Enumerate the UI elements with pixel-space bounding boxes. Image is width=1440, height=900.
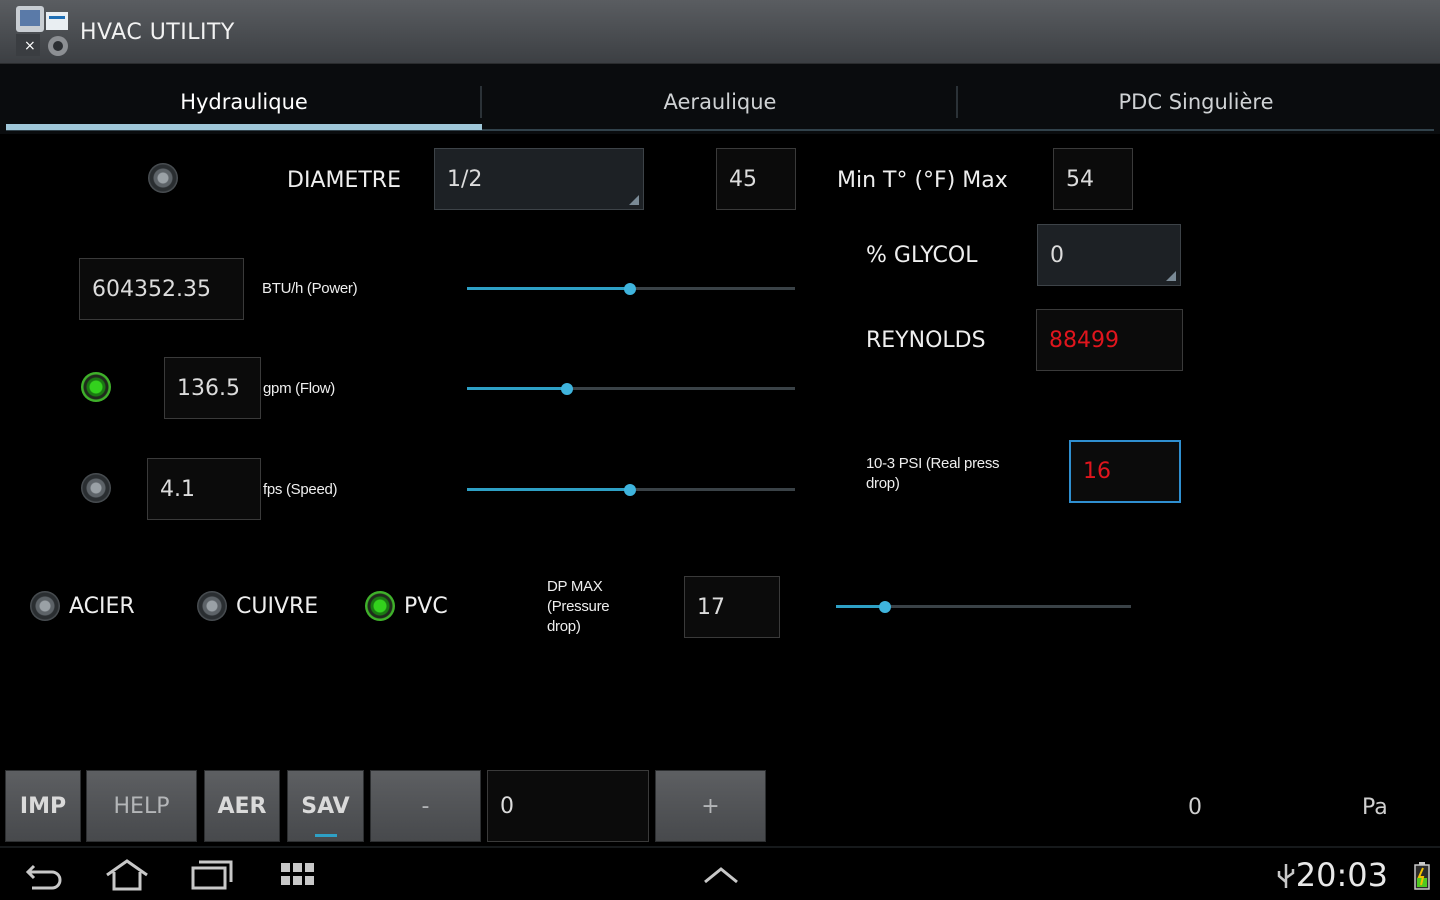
minus-button-label: - (421, 793, 430, 819)
app-title: HVAC UTILITY (80, 20, 235, 45)
slider-fill (467, 287, 630, 290)
readout-unit: Pa (1362, 795, 1388, 820)
app-icon: × (16, 6, 68, 56)
dp-max-label: DP MAX (Pressure drop) (547, 578, 610, 635)
speed-radio[interactable] (81, 473, 111, 503)
plus-button[interactable]: + (655, 770, 766, 842)
aer-button[interactable]: AER (204, 770, 280, 842)
diameter-value: 1/2 (447, 166, 483, 192)
slider-thumb[interactable] (879, 601, 891, 613)
minus-button[interactable]: - (370, 770, 481, 842)
dropdown-corner-icon (629, 195, 639, 205)
glycol-select[interactable]: 0 (1037, 224, 1181, 286)
power-value: 604352.35 (92, 276, 211, 302)
recent-apps-icon[interactable] (190, 858, 234, 892)
title-bar: × HVAC UTILITY (0, 0, 1440, 64)
sav-button[interactable]: SAV (287, 770, 364, 842)
reynolds-value: 88499 (1049, 327, 1119, 353)
glycol-value: 0 (1050, 242, 1064, 268)
reynolds-output: 88499 (1036, 309, 1183, 371)
help-button[interactable]: HELP (86, 770, 197, 842)
app-grid-icon[interactable] (280, 862, 316, 888)
battery-icon (1414, 862, 1430, 890)
material-radio-pvc[interactable] (365, 591, 395, 621)
counter-input[interactable]: 0 (487, 770, 649, 842)
temp-min-input[interactable]: 45 (716, 148, 796, 210)
slider-thumb[interactable] (624, 283, 636, 295)
diameter-radio[interactable] (148, 163, 178, 193)
temp-max-input[interactable]: 54 (1053, 148, 1133, 210)
material-radio-cuivre[interactable] (197, 591, 227, 621)
active-tab-indicator (6, 124, 482, 130)
home-icon[interactable] (104, 858, 150, 892)
power-input[interactable]: 604352.35 (79, 258, 244, 320)
temp-min-value: 45 (729, 166, 757, 192)
slider-fill (467, 387, 567, 390)
sav-button-label: SAV (301, 793, 350, 819)
imp-button[interactable]: IMP (5, 770, 81, 842)
flow-input[interactable]: 136.5 (164, 357, 261, 419)
flow-slider[interactable] (467, 377, 795, 401)
plus-button-label: + (701, 793, 720, 819)
status-clock: 20:03 (1295, 856, 1388, 894)
material-label-acier: ACIER (69, 594, 135, 619)
slider-fill (836, 605, 885, 608)
temp-max-value: 54 (1066, 166, 1094, 192)
tab-aeraulique[interactable]: Aeraulique (482, 68, 958, 136)
speed-input[interactable]: 4.1 (147, 458, 261, 520)
tab-divider (480, 86, 482, 118)
material-label-cuivre: CUIVRE (236, 594, 319, 619)
diameter-label: DIAMETRE (287, 168, 401, 193)
dp-max-slider[interactable] (836, 595, 1131, 619)
usb-icon (1277, 864, 1295, 888)
readout-value: 0 (1188, 795, 1202, 820)
temp-label: Min T° (°F) Max (837, 168, 1008, 193)
tab-pdc-singuliere[interactable]: PDC Singulière (958, 68, 1434, 136)
tab-divider (956, 86, 958, 118)
slider-thumb[interactable] (624, 484, 636, 496)
help-button-label: HELP (113, 793, 170, 819)
real-drop-label: 10-3 PSI (Real press drop) (866, 455, 1000, 492)
slider-thumb[interactable] (561, 383, 573, 395)
flow-radio[interactable] (81, 372, 111, 402)
imp-button-label: IMP (19, 793, 67, 819)
power-slider[interactable] (467, 277, 795, 301)
svg-text:×: × (24, 38, 36, 54)
dropdown-corner-icon (1166, 271, 1176, 281)
speed-slider[interactable] (467, 478, 795, 502)
power-unit-label: BTU/h (Power) (262, 280, 358, 297)
dp-max-input[interactable]: 17 (684, 576, 780, 638)
speed-value: 4.1 (160, 476, 195, 502)
counter-value: 0 (500, 793, 514, 819)
dp-max-value: 17 (697, 594, 725, 620)
sav-indicator (314, 834, 337, 837)
diameter-select[interactable]: 1/2 (434, 148, 644, 210)
chevron-up-icon[interactable] (702, 864, 740, 886)
back-icon[interactable] (24, 858, 66, 892)
aer-button-label: AER (217, 793, 267, 819)
material-label-pvc: PVC (404, 594, 448, 619)
real-drop-value: 16 (1083, 459, 1111, 484)
flow-unit-label: gpm (Flow) (263, 380, 336, 397)
real-drop-output: 16 (1069, 440, 1181, 503)
flow-value: 136.5 (177, 375, 240, 401)
reynolds-label: REYNOLDS (866, 328, 986, 353)
glycol-label: % GLYCOL (866, 243, 978, 268)
material-radio-acier[interactable] (30, 591, 60, 621)
slider-fill (467, 488, 630, 491)
speed-unit-label: fps (Speed) (263, 481, 338, 498)
